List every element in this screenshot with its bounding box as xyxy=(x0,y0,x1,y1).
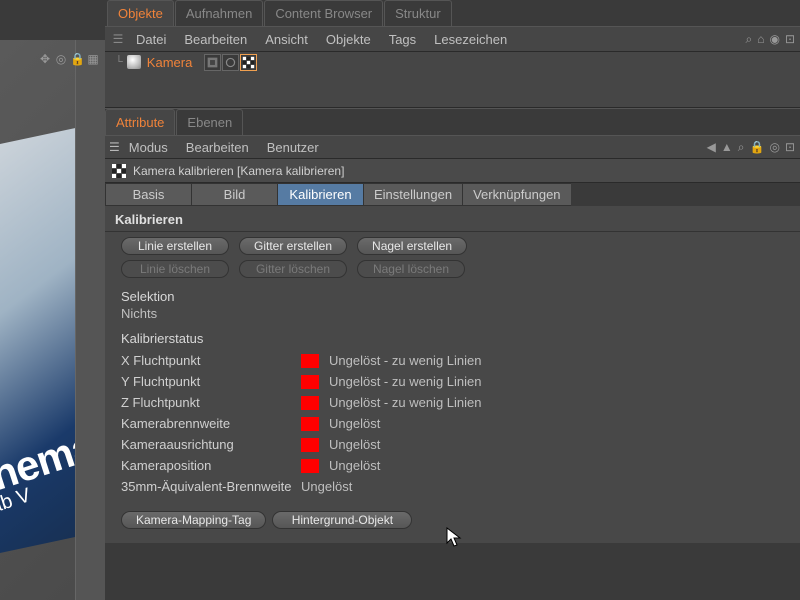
status-value: Ungelöst xyxy=(301,479,352,494)
status-row-x: X Fluchtpunkt Ungelöst - zu wenig Linien xyxy=(121,350,785,371)
camera-object-icon xyxy=(127,55,141,69)
status-label: Kameraposition xyxy=(121,458,301,473)
status-label: X Fluchtpunkt xyxy=(121,353,301,368)
menu-tags[interactable]: Tags xyxy=(380,32,425,47)
selection-label: Selektion xyxy=(121,289,785,304)
subtab-verknuepfungen[interactable]: Verknüpfungen xyxy=(462,183,570,206)
lock-icon[interactable]: 🔒 xyxy=(70,52,84,66)
objects-menubar: ☰ Datei Bearbeiten Ansicht Objekte Tags … xyxy=(105,26,800,52)
menu-ansicht[interactable]: Ansicht xyxy=(256,32,317,47)
status-swatch xyxy=(301,375,319,389)
target-icon[interactable]: ◎ xyxy=(54,52,68,66)
attribute-menubar: ☰ Modus Bearbeiten Benutzer ◀ ▲ ⌕ 🔒 ◎ ⊡ xyxy=(105,135,800,159)
camera-mapping-tag-button[interactable]: Kamera-Mapping-Tag xyxy=(121,511,266,529)
menu-datei[interactable]: Datei xyxy=(127,32,175,47)
status-value: Ungelöst xyxy=(329,458,380,473)
status-value: Ungelöst - zu wenig Linien xyxy=(329,395,481,410)
expand-icon[interactable]: ⊡ xyxy=(785,32,795,47)
status-value: Ungelöst xyxy=(329,437,380,452)
status-label: Kameraausrichtung xyxy=(121,437,301,452)
object-row-kamera[interactable]: └ Kamera xyxy=(111,52,795,72)
subtab-kalibrieren[interactable]: Kalibrieren xyxy=(277,183,363,206)
create-buttons-row: Linie erstellen Gitter erstellen Nagel e… xyxy=(105,232,800,260)
create-pin-button[interactable]: Nagel erstellen xyxy=(357,237,467,255)
tab-ebenen[interactable]: Ebenen xyxy=(176,109,243,135)
status-header: Kalibrierstatus xyxy=(121,331,785,346)
subtab-bild[interactable]: Bild xyxy=(191,183,277,206)
panel-tabs-top: Objekte Aufnahmen Content Browser Strukt… xyxy=(105,0,800,26)
viewport-toolbar: ✥ ◎ 🔒 ▦ xyxy=(38,52,100,66)
calibrate-tag-icon xyxy=(111,163,127,179)
tab-aufnahmen[interactable]: Aufnahmen xyxy=(175,0,264,26)
tab-content-browser[interactable]: Content Browser xyxy=(264,0,383,26)
menu-bearbeiten[interactable]: Bearbeiten xyxy=(177,140,258,155)
menu-modus[interactable]: Modus xyxy=(120,140,177,155)
tag-slot-calibrate[interactable] xyxy=(240,54,257,71)
menu-benutzer[interactable]: Benutzer xyxy=(258,140,328,155)
hamburger-icon[interactable]: ☰ xyxy=(109,140,120,154)
status-row-y: Y Fluchtpunkt Ungelöst - zu wenig Linien xyxy=(121,371,785,392)
status-label: Y Fluchtpunkt xyxy=(121,374,301,389)
move-icon[interactable]: ✥ xyxy=(38,52,52,66)
object-name[interactable]: Kamera xyxy=(145,55,195,70)
menu-lesezeichen[interactable]: Lesezeichen xyxy=(425,32,516,47)
status-row-position: Kameraposition Ungelöst xyxy=(121,455,785,476)
subtab-basis[interactable]: Basis xyxy=(105,183,191,206)
status-swatch xyxy=(301,417,319,431)
grid-icon[interactable]: ▦ xyxy=(86,52,100,66)
attribute-header: Kamera kalibrieren [Kamera kalibrieren] xyxy=(105,159,800,183)
status-swatch xyxy=(301,396,319,410)
menu-objekte[interactable]: Objekte xyxy=(317,32,380,47)
status-value: Ungelöst - zu wenig Linien xyxy=(329,374,481,389)
status-label: Z Fluchtpunkt xyxy=(121,395,301,410)
tab-attribute[interactable]: Attribute xyxy=(105,109,175,135)
back-icon[interactable]: ◀ xyxy=(707,140,716,155)
status-row-focal: Kamerabrennweite Ungelöst xyxy=(121,413,785,434)
sub-tabs: Basis Bild Kalibrieren Einstellungen Ver… xyxy=(105,183,800,206)
hamburger-icon[interactable]: ☰ xyxy=(109,32,127,46)
status-row-35mm: 35mm-Äquivalent-Brennweite Ungelöst xyxy=(121,476,785,497)
selection-value: Nichts xyxy=(121,306,785,327)
tag-slot-1[interactable] xyxy=(204,54,221,71)
expand-icon[interactable]: ⊡ xyxy=(785,140,795,155)
subtab-einstellungen[interactable]: Einstellungen xyxy=(363,183,462,206)
bottom-buttons: Kamera-Mapping-Tag Hintergrund-Objekt xyxy=(105,505,800,543)
lock-icon[interactable]: 🔒 xyxy=(750,140,765,155)
target-icon[interactable]: ◎ xyxy=(769,140,779,155)
tab-struktur[interactable]: Struktur xyxy=(384,0,452,26)
delete-pin-button: Nagel löschen xyxy=(357,260,465,278)
menu-bearbeiten[interactable]: Bearbeiten xyxy=(175,32,256,47)
create-line-button[interactable]: Linie erstellen xyxy=(121,237,229,255)
status-swatch xyxy=(301,438,319,452)
attribute-tabs: Attribute Ebenen xyxy=(105,108,800,135)
status-label: Kamerabrennweite xyxy=(121,416,301,431)
status-grid: Kalibrierstatus X Fluchtpunkt Ungelöst -… xyxy=(105,331,800,505)
delete-buttons-row: Linie löschen Gitter löschen Nagel lösch… xyxy=(105,260,800,283)
status-value: Ungelöst - zu wenig Linien xyxy=(329,353,481,368)
status-row-orientation: Kameraausrichtung Ungelöst xyxy=(121,434,785,455)
create-grid-button[interactable]: Gitter erstellen xyxy=(239,237,347,255)
status-value: Ungelöst xyxy=(329,416,380,431)
delete-line-button: Linie löschen xyxy=(121,260,229,278)
object-list[interactable]: └ Kamera xyxy=(105,52,800,108)
attribute-title: Kamera kalibrieren [Kamera kalibrieren] xyxy=(133,164,344,178)
delete-grid-button: Gitter löschen xyxy=(239,260,347,278)
up-icon[interactable]: ▲ xyxy=(721,140,733,155)
status-label: 35mm-Äquivalent-Brennweite xyxy=(121,479,301,494)
background-object-button[interactable]: Hintergrund-Objekt xyxy=(272,511,412,529)
status-swatch xyxy=(301,459,319,473)
search-icon[interactable]: ⌕ xyxy=(745,32,752,47)
tab-objekte[interactable]: Objekte xyxy=(107,0,174,26)
viewport[interactable]: nemá ab V xyxy=(0,40,105,600)
section-header: Kalibrieren xyxy=(105,206,800,232)
eye-icon[interactable]: ◉ xyxy=(769,32,779,47)
tag-slot-2[interactable] xyxy=(222,54,239,71)
status-row-z: Z Fluchtpunkt Ungelöst - zu wenig Linien xyxy=(121,392,785,413)
home-icon[interactable]: ⌂ xyxy=(757,32,764,47)
tree-handle[interactable]: └ xyxy=(111,56,123,68)
status-swatch xyxy=(301,354,319,368)
search-icon[interactable]: ⌕ xyxy=(738,140,745,155)
